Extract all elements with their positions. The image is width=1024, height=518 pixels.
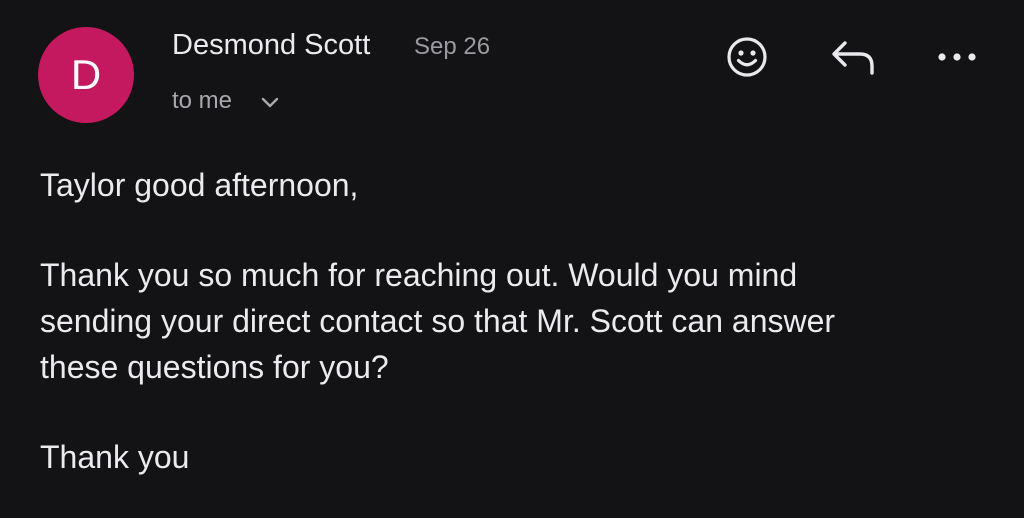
reply-arrow-icon — [832, 41, 874, 75]
message-date: Sep 26 — [414, 33, 491, 60]
message-body-line: sending your direct contact so that Mr. … — [40, 303, 836, 339]
more-horizontal-icon — [938, 53, 976, 61]
chevron-down-icon — [261, 97, 279, 108]
message-greeting: Taylor good afternoon, — [40, 167, 359, 203]
emoji-react-button[interactable] — [722, 32, 772, 82]
recipient-details-toggle[interactable]: to me — [172, 87, 280, 115]
more-options-button[interactable] — [932, 34, 982, 80]
reply-button[interactable] — [826, 32, 880, 82]
smiley-icon — [727, 37, 767, 77]
message-closing: Thank you — [40, 439, 190, 475]
sender-avatar[interactable]: D — [38, 27, 134, 123]
recipient-label: to me — [172, 87, 233, 114]
sender-name[interactable]: Desmond Scott — [172, 29, 370, 62]
message-body-line: Thank you so much for reaching out. Woul… — [40, 257, 798, 293]
avatar-letter: D — [70, 51, 102, 98]
message-body-line: these questions for you? — [40, 349, 389, 385]
